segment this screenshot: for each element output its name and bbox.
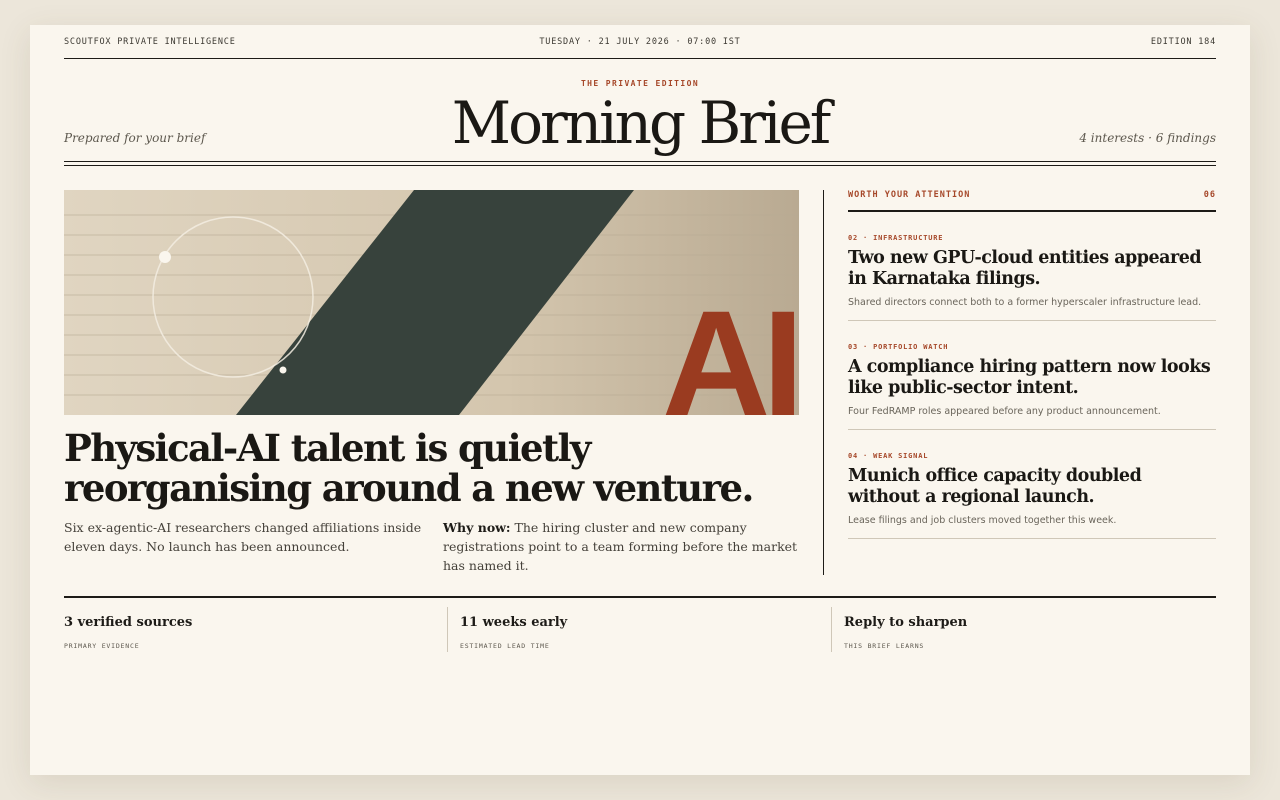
sidebar-heading-row: WORTH YOUR ATTENTION 06 — [848, 190, 1216, 210]
lead-why-now: Why now: The hiring cluster and new comp… — [443, 518, 803, 575]
sidebar-worth-your-attention: WORTH YOUR ATTENTION 06 02 · INFRASTRUCT… — [848, 190, 1216, 539]
stat-label: ESTIMATED LEAD TIME — [460, 642, 550, 650]
finding-title[interactable]: Two new GPU-cloud entities appeared in K… — [848, 248, 1216, 290]
finding-summary: Four FedRAMP roles appeared before any p… — [848, 406, 1161, 417]
finding-title[interactable]: A compliance hiring pattern now looks li… — [848, 357, 1216, 399]
masthead-strip: SCOUTFOX PRIVATE INTELLIGENCE TUESDAY · … — [64, 37, 1216, 57]
stat-lead-time: 11 weeks early ESTIMATED LEAD TIME — [460, 607, 830, 651]
sidebar-heading: WORTH YOUR ATTENTION — [848, 190, 971, 200]
why-now-label: Why now: — [443, 520, 511, 535]
lead-headline[interactable]: Physical-AI talent is quietly reorganisi… — [64, 428, 804, 508]
lead-deck: Six ex-agentic-AI researchers changed af… — [64, 520, 422, 554]
brief-page: SCOUTFOX PRIVATE INTELLIGENCE TUESDAY · … — [30, 25, 1250, 775]
stat-value[interactable]: Reply to sharpen — [844, 615, 1214, 630]
finding-title[interactable]: Munich office capacity doubled without a… — [848, 466, 1216, 508]
edition-number: EDITION 184 — [1150, 37, 1216, 47]
brief-content: SCOUTFOX PRIVATE INTELLIGENCE TUESDAY · … — [64, 25, 1216, 775]
stat-reply-to-sharpen[interactable]: Reply to sharpen THIS BRIEF LEARNS — [844, 607, 1214, 651]
hero-orbit-dot-large — [159, 251, 171, 263]
finding-item[interactable]: 04 · WEAK SIGNAL Munich office capacity … — [848, 430, 1216, 539]
page-title: Morning Brief — [451, 89, 832, 157]
column-divider — [823, 190, 824, 575]
stat-divider — [447, 607, 448, 652]
findings-summary: 4 interests · 6 findings — [1079, 131, 1216, 145]
masthead-rule — [64, 58, 1216, 59]
finding-item[interactable]: 03 · PORTFOLIO WATCH A compliance hiring… — [848, 321, 1216, 430]
finding-item[interactable]: 02 · INFRASTRUCTURE Two new GPU-cloud en… — [848, 212, 1216, 321]
hero-diagonal-band — [236, 190, 634, 415]
stat-value: 3 verified sources — [64, 615, 193, 630]
prepared-for: Prepared for your brief — [64, 131, 206, 145]
dateline: TUESDAY · 21 JULY 2026 · 07:00 IST — [539, 37, 741, 47]
stat-value: 11 weeks early — [460, 615, 568, 630]
finding-summary: Shared directors connect both to a forme… — [848, 297, 1202, 308]
lead-hero-image[interactable]: AI — [64, 190, 799, 415]
hero-orbit-dot-small — [279, 366, 287, 374]
stat-label: THIS BRIEF LEARNS — [844, 642, 925, 650]
finding-tag: 02 · INFRASTRUCTURE — [848, 234, 944, 242]
finding-tag: 03 · PORTFOLIO WATCH — [848, 343, 949, 351]
finding-tag: 04 · WEAK SIGNAL — [848, 452, 929, 460]
stat-divider — [831, 607, 832, 652]
hero-illustration: AI — [64, 190, 799, 415]
stat-label: PRIMARY EVIDENCE — [64, 642, 140, 650]
masthead-double-rule-bottom — [64, 165, 1216, 166]
stat-verified-sources: 3 verified sources PRIMARY EVIDENCE — [64, 607, 444, 651]
sidebar-count: 06 — [1203, 190, 1216, 200]
footer-rule — [64, 596, 1216, 598]
finding-summary: Lease filings and job clusters moved tog… — [848, 515, 1117, 526]
hero-ai-letters: AI — [662, 279, 796, 415]
masthead-double-rule-top — [64, 161, 1216, 162]
